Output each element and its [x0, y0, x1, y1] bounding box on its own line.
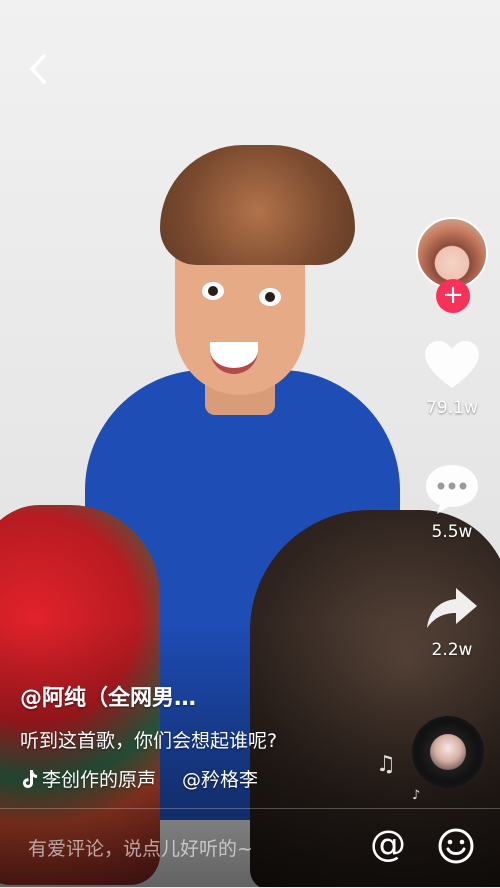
music-disc[interactable]	[412, 716, 484, 788]
music-note-small-icon: ♪	[412, 788, 421, 803]
person-hair	[160, 145, 355, 265]
music-label: 李创作的原声	[42, 769, 157, 791]
tiktok-note-icon	[23, 769, 37, 788]
video-caption: 听到这首歌，你们会想起谁呢?	[20, 730, 278, 752]
follow-button[interactable]: +	[436, 279, 470, 313]
share-count: 2.2w	[431, 640, 473, 660]
music-note-icon: ♫	[376, 752, 396, 777]
music-info[interactable]: 李创作的原声 @矜格李	[20, 765, 258, 792]
person-eye-left	[202, 282, 224, 300]
share-button[interactable]: 2.2w	[420, 584, 484, 660]
smiley-icon	[438, 828, 474, 864]
heart-icon	[425, 341, 479, 388]
comment-input[interactable]	[26, 837, 350, 861]
emoji-button[interactable]	[437, 827, 475, 865]
comment-button[interactable]: 5.5w	[420, 462, 484, 542]
back-button[interactable]	[24, 52, 54, 86]
comment-bar: @	[0, 808, 500, 888]
chevron-left-icon	[30, 54, 46, 84]
plus-icon: +	[442, 280, 464, 310]
mention-button[interactable]: @	[368, 825, 408, 865]
disc-cover	[430, 734, 466, 770]
creator-avatar[interactable]: +	[416, 217, 488, 313]
comment-bubble-icon	[426, 465, 478, 514]
like-button[interactable]: 79.1w	[420, 340, 484, 418]
comment-count: 5.5w	[431, 522, 473, 542]
like-count: 79.1w	[426, 398, 478, 418]
person-eye-right	[259, 288, 281, 306]
music-credit: @矜格李	[182, 769, 259, 791]
share-arrow-icon	[427, 588, 477, 628]
author-name[interactable]: @阿纯（全网男…	[20, 680, 196, 712]
